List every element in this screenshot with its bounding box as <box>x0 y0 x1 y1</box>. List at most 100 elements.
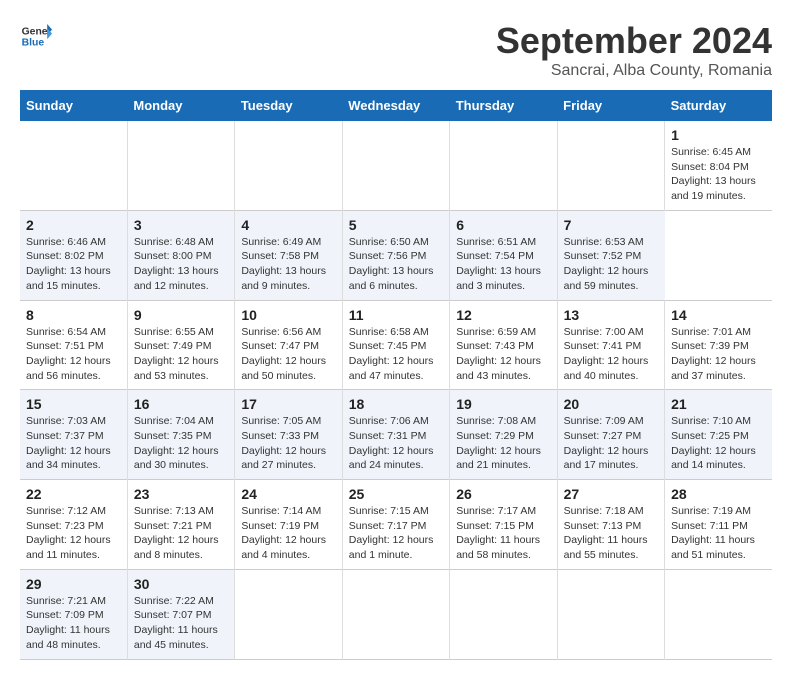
day-number: 18 <box>349 396 443 412</box>
calendar-cell <box>557 569 664 659</box>
calendar-cell: 15 Sunrise: 7:03 AM Sunset: 7:37 PM Dayl… <box>20 390 127 480</box>
col-saturday: Saturday <box>665 90 772 121</box>
day-info: Sunrise: 7:08 AM Sunset: 7:29 PM Dayligh… <box>456 414 550 473</box>
daylight: Daylight: 11 hours and 45 minutes. <box>134 624 218 651</box>
calendar-cell: 1 Sunrise: 6:45 AM Sunset: 8:04 PM Dayli… <box>665 121 772 210</box>
day-info: Sunrise: 6:53 AM Sunset: 7:52 PM Dayligh… <box>564 235 659 294</box>
sunrise: Sunrise: 6:55 AM <box>134 326 214 338</box>
calendar-cell: 28 Sunrise: 7:19 AM Sunset: 7:11 PM Dayl… <box>665 480 772 570</box>
day-info: Sunrise: 7:14 AM Sunset: 7:19 PM Dayligh… <box>241 504 335 563</box>
daylight: Daylight: 12 hours and 40 minutes. <box>564 355 649 382</box>
day-info: Sunrise: 6:59 AM Sunset: 7:43 PM Dayligh… <box>456 325 550 384</box>
sunrise: Sunrise: 7:17 AM <box>456 505 536 517</box>
sunrise: Sunrise: 7:08 AM <box>456 415 536 427</box>
col-thursday: Thursday <box>450 90 557 121</box>
day-info: Sunrise: 7:04 AM Sunset: 7:35 PM Dayligh… <box>134 414 228 473</box>
day-number: 29 <box>26 576 121 592</box>
sunrise: Sunrise: 6:56 AM <box>241 326 321 338</box>
day-number: 15 <box>26 396 121 412</box>
sunrise: Sunrise: 7:15 AM <box>349 505 429 517</box>
calendar-cell: 13 Sunrise: 7:00 AM Sunset: 7:41 PM Dayl… <box>557 300 664 390</box>
sunset: Sunset: 7:56 PM <box>349 250 427 262</box>
day-number: 22 <box>26 486 121 502</box>
calendar-cell: 22 Sunrise: 7:12 AM Sunset: 7:23 PM Dayl… <box>20 480 127 570</box>
sunrise: Sunrise: 6:51 AM <box>456 236 536 248</box>
calendar-cell: 18 Sunrise: 7:06 AM Sunset: 7:31 PM Dayl… <box>342 390 449 480</box>
col-tuesday: Tuesday <box>235 90 342 121</box>
day-number: 12 <box>456 307 550 323</box>
sunrise: Sunrise: 7:00 AM <box>564 326 644 338</box>
calendar-cell: 27 Sunrise: 7:18 AM Sunset: 7:13 PM Dayl… <box>557 480 664 570</box>
sunrise: Sunrise: 7:12 AM <box>26 505 106 517</box>
sunrise: Sunrise: 6:48 AM <box>134 236 214 248</box>
sunrise: Sunrise: 7:04 AM <box>134 415 214 427</box>
calendar-cell: 21 Sunrise: 7:10 AM Sunset: 7:25 PM Dayl… <box>665 390 772 480</box>
sunrise: Sunrise: 6:58 AM <box>349 326 429 338</box>
calendar-week-3: 8 Sunrise: 6:54 AM Sunset: 7:51 PM Dayli… <box>20 300 772 390</box>
sunset: Sunset: 7:35 PM <box>134 430 212 442</box>
sunrise: Sunrise: 6:50 AM <box>349 236 429 248</box>
daylight: Daylight: 13 hours and 3 minutes. <box>456 265 541 292</box>
day-info: Sunrise: 7:10 AM Sunset: 7:25 PM Dayligh… <box>671 414 766 473</box>
daylight: Daylight: 11 hours and 58 minutes. <box>456 534 540 561</box>
sunset: Sunset: 7:49 PM <box>134 340 212 352</box>
calendar-cell: 7 Sunrise: 6:53 AM Sunset: 7:52 PM Dayli… <box>557 210 664 300</box>
daylight: Daylight: 12 hours and 37 minutes. <box>671 355 756 382</box>
sunrise: Sunrise: 6:59 AM <box>456 326 536 338</box>
sunset: Sunset: 7:21 PM <box>134 520 212 532</box>
calendar-cell <box>235 121 342 210</box>
calendar-cell: 8 Sunrise: 6:54 AM Sunset: 7:51 PM Dayli… <box>20 300 127 390</box>
daylight: Daylight: 13 hours and 12 minutes. <box>134 265 219 292</box>
sunset: Sunset: 7:11 PM <box>671 520 748 532</box>
day-info: Sunrise: 7:19 AM Sunset: 7:11 PM Dayligh… <box>671 504 766 563</box>
sunrise: Sunrise: 7:01 AM <box>671 326 751 338</box>
day-number: 23 <box>134 486 228 502</box>
daylight: Daylight: 13 hours and 9 minutes. <box>241 265 326 292</box>
sunset: Sunset: 7:51 PM <box>26 340 104 352</box>
day-number: 1 <box>671 127 766 143</box>
calendar-cell: 20 Sunrise: 7:09 AM Sunset: 7:27 PM Dayl… <box>557 390 664 480</box>
day-info: Sunrise: 6:58 AM Sunset: 7:45 PM Dayligh… <box>349 325 443 384</box>
col-wednesday: Wednesday <box>342 90 449 121</box>
daylight: Daylight: 12 hours and 47 minutes. <box>349 355 434 382</box>
day-info: Sunrise: 7:05 AM Sunset: 7:33 PM Dayligh… <box>241 414 335 473</box>
calendar-cell <box>557 121 664 210</box>
sunset: Sunset: 7:37 PM <box>26 430 104 442</box>
sunrise: Sunrise: 6:53 AM <box>564 236 644 248</box>
title-area: September 2024 Sancrai, Alba County, Rom… <box>496 20 772 80</box>
sunrise: Sunrise: 7:21 AM <box>26 595 106 607</box>
sunset: Sunset: 7:31 PM <box>349 430 427 442</box>
day-number: 11 <box>349 307 443 323</box>
sunset: Sunset: 7:23 PM <box>26 520 104 532</box>
daylight: Daylight: 12 hours and 30 minutes. <box>134 445 219 472</box>
page-header: General Blue September 2024 Sancrai, Alb… <box>20 20 772 80</box>
sunrise: Sunrise: 7:09 AM <box>564 415 644 427</box>
calendar-cell: 24 Sunrise: 7:14 AM Sunset: 7:19 PM Dayl… <box>235 480 342 570</box>
location-title: Sancrai, Alba County, Romania <box>496 62 772 80</box>
day-info: Sunrise: 7:01 AM Sunset: 7:39 PM Dayligh… <box>671 325 766 384</box>
sunset: Sunset: 7:17 PM <box>349 520 427 532</box>
day-info: Sunrise: 7:12 AM Sunset: 7:23 PM Dayligh… <box>26 504 121 563</box>
calendar-week-2: 2 Sunrise: 6:46 AM Sunset: 8:02 PM Dayli… <box>20 210 772 300</box>
sunset: Sunset: 7:09 PM <box>26 609 104 621</box>
daylight: Daylight: 12 hours and 14 minutes. <box>671 445 756 472</box>
calendar-cell: 29 Sunrise: 7:21 AM Sunset: 7:09 PM Dayl… <box>20 569 127 659</box>
calendar-cell: 3 Sunrise: 6:48 AM Sunset: 8:00 PM Dayli… <box>127 210 234 300</box>
calendar-cell <box>235 569 342 659</box>
sunset: Sunset: 8:00 PM <box>134 250 212 262</box>
day-info: Sunrise: 7:17 AM Sunset: 7:15 PM Dayligh… <box>456 504 550 563</box>
day-info: Sunrise: 6:50 AM Sunset: 7:56 PM Dayligh… <box>349 235 443 294</box>
calendar-cell <box>450 569 557 659</box>
daylight: Daylight: 12 hours and 4 minutes. <box>241 534 326 561</box>
logo-icon: General Blue <box>20 20 52 52</box>
calendar-cell <box>20 121 127 210</box>
day-number: 9 <box>134 307 228 323</box>
daylight: Daylight: 12 hours and 43 minutes. <box>456 355 541 382</box>
sunset: Sunset: 7:58 PM <box>241 250 319 262</box>
daylight: Daylight: 12 hours and 11 minutes. <box>26 534 111 561</box>
daylight: Daylight: 12 hours and 50 minutes. <box>241 355 326 382</box>
calendar-cell: 19 Sunrise: 7:08 AM Sunset: 7:29 PM Dayl… <box>450 390 557 480</box>
day-info: Sunrise: 7:22 AM Sunset: 7:07 PM Dayligh… <box>134 594 228 653</box>
day-number: 28 <box>671 486 766 502</box>
day-number: 3 <box>134 217 228 233</box>
